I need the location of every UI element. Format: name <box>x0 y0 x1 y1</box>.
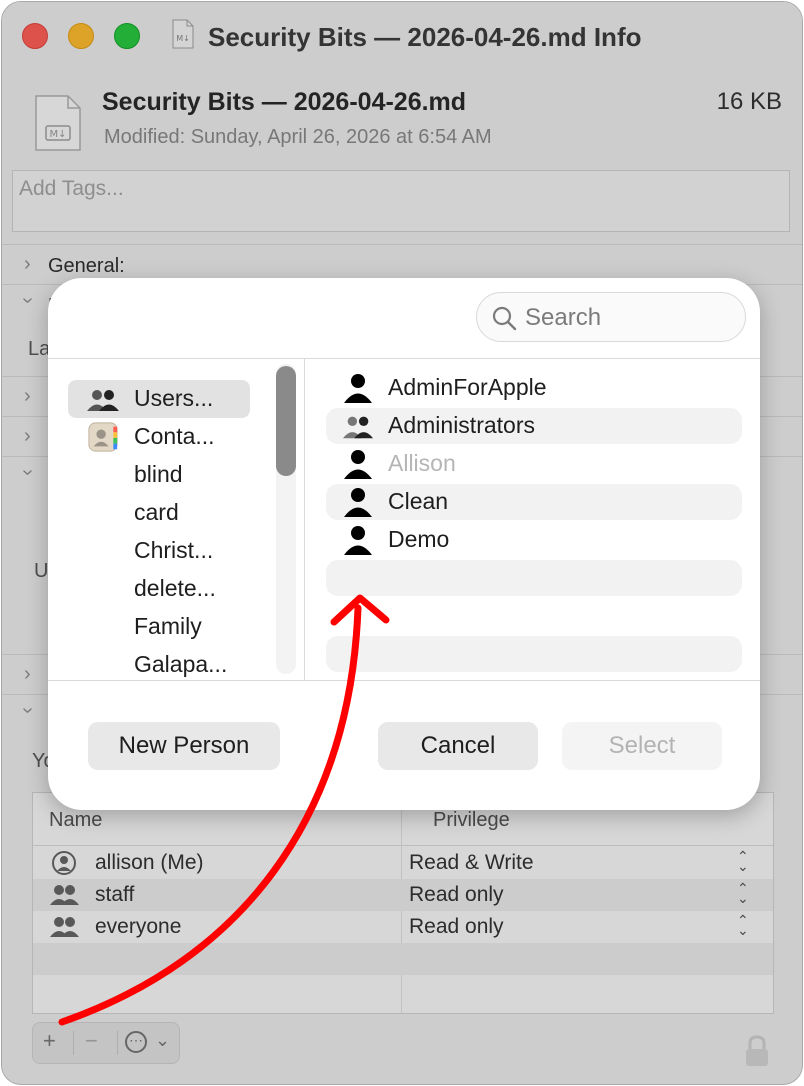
search-field[interactable]: Search <box>476 292 746 342</box>
empty-row <box>326 560 742 596</box>
source-item-group[interactable]: card <box>68 494 250 532</box>
source-item-label: Christ... <box>134 537 214 563</box>
source-item-group[interactable]: Christ... <box>68 532 250 570</box>
person-icon <box>344 374 372 403</box>
scrollbar-thumb[interactable] <box>276 366 296 476</box>
search-placeholder: Search <box>525 304 602 331</box>
select-button[interactable]: Select <box>562 722 722 770</box>
user-item-adminforapple[interactable]: AdminForApple <box>326 370 742 406</box>
source-item-label: Conta... <box>134 423 215 449</box>
user-item-administrators[interactable]: Administrators <box>326 408 742 444</box>
group-icon <box>342 416 374 439</box>
source-item-label: card <box>134 499 179 525</box>
source-item-label: Family <box>134 613 202 639</box>
source-item-group[interactable]: delete... <box>68 570 250 608</box>
person-icon <box>344 450 372 479</box>
user-item-label: Allison <box>388 450 456 476</box>
user-item-label: Clean <box>388 488 449 514</box>
user-item-label: Administrators <box>388 412 535 438</box>
get-info-window: M↓ Security Bits — 2026-04-26.md Info M↓… <box>1 1 803 1085</box>
source-item-users[interactable]: Users... <box>68 380 250 418</box>
source-item-label: Users... <box>134 385 214 411</box>
user-item-demo[interactable]: Demo <box>326 522 742 558</box>
source-item-label: delete... <box>134 575 216 601</box>
person-icon <box>344 526 372 555</box>
new-person-button[interactable]: New Person <box>88 722 280 770</box>
select-user-sheet: Search Users... Conta... blind card Chri… <box>48 278 760 810</box>
person-icon <box>344 488 372 517</box>
source-item-contacts[interactable]: Conta... <box>68 418 250 456</box>
source-item-label: Galapa... <box>134 651 228 677</box>
empty-row <box>326 636 742 672</box>
user-item-label: Demo <box>388 526 450 552</box>
source-item-group[interactable]: blind <box>68 456 250 494</box>
source-item-group[interactable]: Galapa... <box>68 646 250 684</box>
user-item-allison: Allison <box>326 446 742 482</box>
source-item-group[interactable]: Family <box>68 608 250 646</box>
source-item-label: blind <box>134 461 183 487</box>
user-item-clean[interactable]: Clean <box>326 484 742 520</box>
screen: M↓ Security Bits — 2026-04-26.md Info M↓… <box>0 0 804 1086</box>
group-icon <box>87 390 119 411</box>
user-item-label: AdminForApple <box>388 374 547 400</box>
contacts-icon <box>88 422 118 452</box>
cancel-button[interactable]: Cancel <box>378 722 538 770</box>
search-icon <box>492 306 517 331</box>
